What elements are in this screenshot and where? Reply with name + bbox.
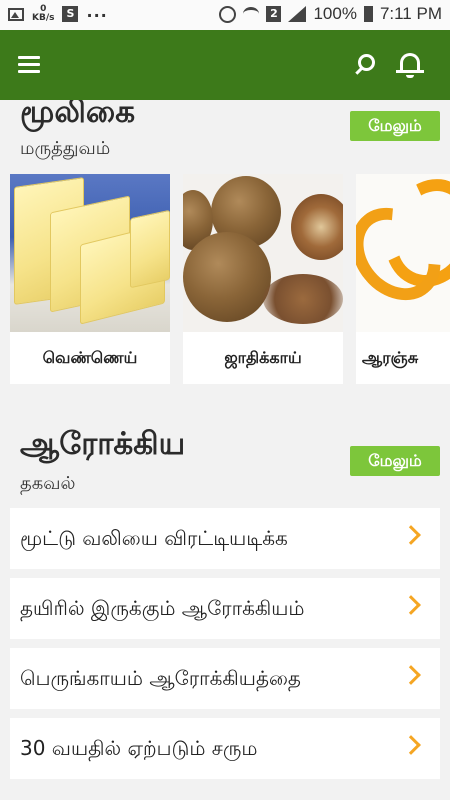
health-section-subtitle: தகவல் xyxy=(20,473,76,494)
list-item-label: மூட்டு வலியை விரட்டியடிக்க xyxy=(20,526,288,550)
health-more-button[interactable]: மேலும் xyxy=(350,446,440,476)
more-notifications-icon: ... xyxy=(86,1,108,21)
herbal-card-label: வெண்ணெய் xyxy=(42,348,138,367)
alarm-icon xyxy=(219,5,237,23)
health-article-list: மூட்டு வலியை விரட்டியடிக்க தயிரில் இருக்… xyxy=(10,508,440,788)
list-item[interactable]: பெருங்காயம் ஆரோக்கியத்தை xyxy=(10,648,440,709)
signal-icon xyxy=(288,6,307,22)
herbal-section-title: மூலிகை xyxy=(20,100,136,130)
s-app-icon: S xyxy=(62,6,79,22)
herbal-section-subtitle: மருத்துவம் xyxy=(20,138,111,159)
bell-icon[interactable] xyxy=(396,50,424,80)
network-speed-unit: KB/s xyxy=(32,13,55,23)
herbal-more-button[interactable]: மேலும் xyxy=(350,111,440,141)
list-item-label: 30 வயதில் ஏற்படும் சரும xyxy=(20,736,258,760)
list-item[interactable]: 30 வயதில் ஏற்படும் சரும xyxy=(10,718,440,779)
chevron-right-icon xyxy=(401,665,421,685)
herbal-card-carousel[interactable]: வெண்ணெய் ஜாதிக்காய் ஆரஞ்சு xyxy=(10,174,450,384)
sim-icon: 2 xyxy=(266,6,282,22)
herbal-card-label: ஜாதிக்காய் xyxy=(224,348,302,367)
list-item[interactable]: மூட்டு வலியை விரட்டியடிக்க xyxy=(10,508,440,569)
chevron-right-icon xyxy=(401,735,421,755)
list-item-label: தயிரில் இருக்கும் ஆரோக்கியம் xyxy=(20,596,305,620)
list-item-label: பெருங்காயம் ஆரோக்கியத்தை xyxy=(20,666,301,690)
orange-peel-image xyxy=(356,174,450,332)
herbal-card[interactable]: ஆரஞ்சு xyxy=(356,174,450,384)
chevron-right-icon xyxy=(401,595,421,615)
health-section-title: ஆரோக்கிய xyxy=(20,426,186,462)
clock: 7:11 PM xyxy=(379,4,442,23)
wifi-icon xyxy=(243,7,260,21)
status-bar: 0 KB/s S ... 2 100% 7:11 PM xyxy=(0,0,450,30)
gallery-icon xyxy=(8,7,24,21)
app-bar xyxy=(0,30,450,100)
menu-icon[interactable] xyxy=(18,52,40,78)
herbal-card[interactable]: வெண்ணெய் xyxy=(10,174,170,384)
network-speed: 0 KB/s xyxy=(32,5,54,23)
battery-percent: 100% xyxy=(313,4,357,23)
chevron-right-icon xyxy=(401,525,421,545)
butter-image xyxy=(10,174,170,332)
list-item[interactable]: தயிரில் இருக்கும் ஆரோக்கியம் xyxy=(10,578,440,639)
battery-icon xyxy=(363,6,373,22)
herbal-card-label: ஆரஞ்சு xyxy=(362,348,419,367)
herbal-card[interactable]: ஜாதிக்காய் xyxy=(183,174,343,384)
search-icon[interactable] xyxy=(354,52,380,78)
nutmeg-image xyxy=(183,174,343,332)
main-content[interactable]: மூலிகை மருத்துவம் மேலும் வெண்ணெய் ஜாதிக்… xyxy=(0,100,450,800)
